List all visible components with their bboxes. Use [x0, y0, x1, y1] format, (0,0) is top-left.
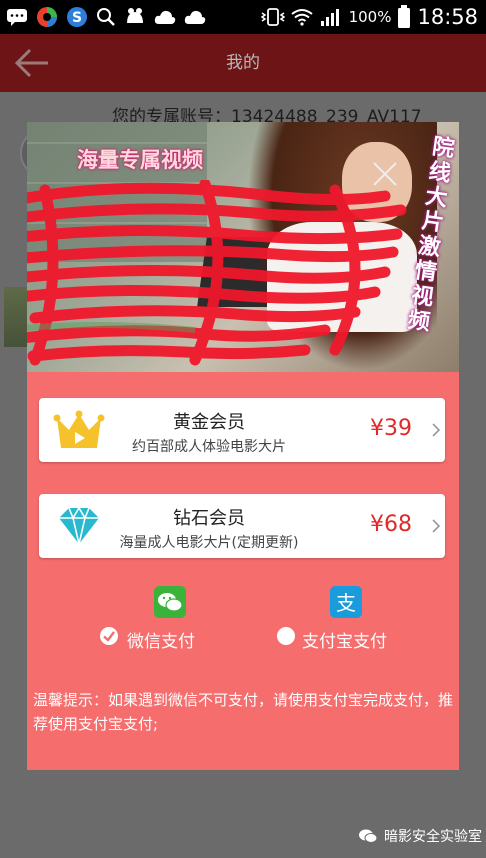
status-bar-system: 100% 18:58	[260, 5, 486, 29]
alipay-radio[interactable]	[277, 627, 295, 645]
banner-headline: 海量专属视频	[77, 148, 203, 172]
watermark-text: 暗影安全实验室	[384, 829, 482, 845]
signal-icon	[319, 7, 343, 27]
close-icon[interactable]	[371, 160, 399, 188]
animal-app-icon	[124, 7, 146, 27]
clock: 18:58	[417, 5, 478, 29]
s-app-icon: S	[66, 6, 88, 28]
svg-text:S: S	[72, 10, 82, 26]
wifi-icon	[290, 8, 313, 26]
wechat-pay-label[interactable]: 微信支付	[127, 627, 195, 652]
app-bar: 我的	[0, 34, 486, 92]
svg-text:支: 支	[336, 591, 356, 615]
plan-name: 黄金会员	[173, 412, 245, 433]
status-bar-notifications: S	[0, 6, 206, 28]
chevron-right-icon	[432, 423, 441, 437]
wechat-icon[interactable]	[154, 586, 186, 618]
plan-price: ¥39	[370, 416, 412, 441]
plan-price: ¥68	[370, 512, 412, 537]
wechat-icon	[359, 829, 378, 843]
battery-icon	[397, 5, 411, 29]
plan-description: 约百部成人体验电影大片	[132, 439, 286, 455]
diamond-membership-button[interactable]: 钻石会员 海量成人电影大片(定期更新) ¥68	[39, 494, 445, 558]
back-arrow-icon[interactable]	[12, 47, 52, 79]
battery-percent: 100%	[348, 8, 392, 26]
alipay-label[interactable]: 支付宝支付	[302, 627, 387, 652]
page-title: 我的	[226, 53, 260, 73]
cloud-icon	[184, 9, 206, 25]
plan-name: 钻石会员	[173, 508, 245, 529]
chevron-right-icon	[432, 519, 441, 533]
promo-banner[interactable]: 海量专属视频 院线大片激情视频	[27, 122, 459, 372]
watermark: 暗影安全实验室	[358, 826, 482, 846]
vip-purchase-dialog: 海量专属视频 院线大片激情视频 黄金会员 约百部成人体验电影大片 ¥39 钻石会…	[27, 122, 459, 770]
cloud-icon	[154, 9, 176, 25]
colorful-app-icon	[36, 6, 58, 28]
gold-membership-button[interactable]: 黄金会员 约百部成人体验电影大片 ¥39	[39, 398, 445, 462]
payment-notice: 温馨提示：如果遇到微信不可支付，请使用支付宝完成支付，推荐使用支付宝支付;	[33, 691, 454, 733]
vibrate-icon	[260, 7, 285, 27]
crown-icon	[53, 410, 105, 448]
status-bar: S 100% 18:58	[0, 0, 486, 34]
chat-icon	[6, 8, 28, 26]
diamond-icon	[59, 506, 99, 545]
alipay-icon[interactable]: 支	[330, 586, 362, 618]
check-icon	[103, 631, 115, 642]
wechat-pay-radio[interactable]	[100, 627, 118, 645]
redaction-scribble	[27, 180, 407, 366]
search-icon	[96, 7, 116, 27]
plan-description: 海量成人电影大片(定期更新)	[119, 535, 299, 551]
